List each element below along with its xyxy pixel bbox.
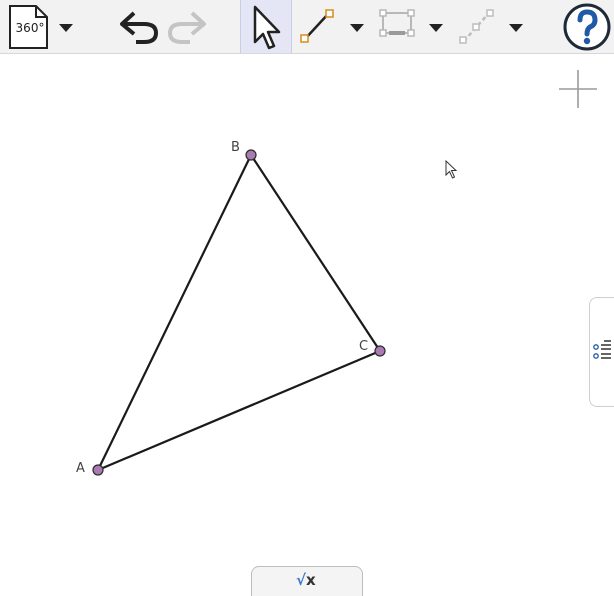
point-a[interactable]	[92, 464, 104, 476]
segment-ab[interactable]	[97, 154, 252, 471]
redo-button[interactable]	[166, 0, 216, 53]
plus-icon	[559, 70, 597, 108]
segment-tool-button[interactable]	[298, 0, 340, 53]
pointer-icon	[445, 159, 458, 179]
redo-icon	[167, 11, 206, 44]
polygon-icon	[379, 9, 415, 37]
segment-ca[interactable]	[97, 349, 381, 472]
segment-bc[interactable]	[250, 154, 381, 352]
algebra-list-icon	[593, 340, 611, 359]
point-a-label: A	[76, 461, 85, 476]
algebra-view-toggle[interactable]	[589, 297, 614, 407]
move-tool-button[interactable]	[240, 0, 292, 53]
polygon-tool-button[interactable]	[376, 0, 418, 53]
file-menu-label: 360°	[15, 21, 45, 35]
root-symbol: √	[296, 571, 307, 589]
var-symbol: x	[306, 571, 316, 589]
undo-icon	[120, 11, 159, 44]
point-c[interactable]	[374, 345, 386, 357]
point-b-label: B	[231, 140, 240, 155]
ray-tool-dropdown[interactable]	[506, 0, 526, 53]
polygon-tool-dropdown[interactable]	[426, 0, 446, 53]
help-icon	[563, 3, 611, 51]
point-c-label: C	[359, 339, 369, 354]
square-root-x-icon: √x	[296, 571, 316, 589]
toolbar: 360°	[0, 0, 614, 54]
segment-tool-dropdown[interactable]	[347, 0, 367, 53]
arrow-cursor-icon	[253, 5, 281, 50]
dashed-segment-icon	[459, 9, 494, 44]
segment-icon	[300, 9, 334, 43]
chevron-down-icon	[59, 24, 73, 32]
help-button[interactable]	[562, 0, 612, 53]
undo-button[interactable]	[112, 0, 162, 53]
chevron-down-icon	[350, 24, 364, 32]
ray-tool-button[interactable]	[456, 0, 498, 53]
chevron-down-icon	[509, 24, 523, 32]
geometry-canvas[interactable]	[0, 54, 614, 592]
zoom-crosshair-button[interactable]	[557, 68, 599, 110]
file-menu-dropdown[interactable]	[56, 0, 76, 53]
graphics-view[interactable]	[0, 54, 614, 592]
point-b[interactable]	[245, 149, 257, 161]
mouse-cursor	[445, 159, 459, 184]
chevron-down-icon	[429, 24, 443, 32]
file-menu-button[interactable]: 360°	[2, 0, 52, 53]
